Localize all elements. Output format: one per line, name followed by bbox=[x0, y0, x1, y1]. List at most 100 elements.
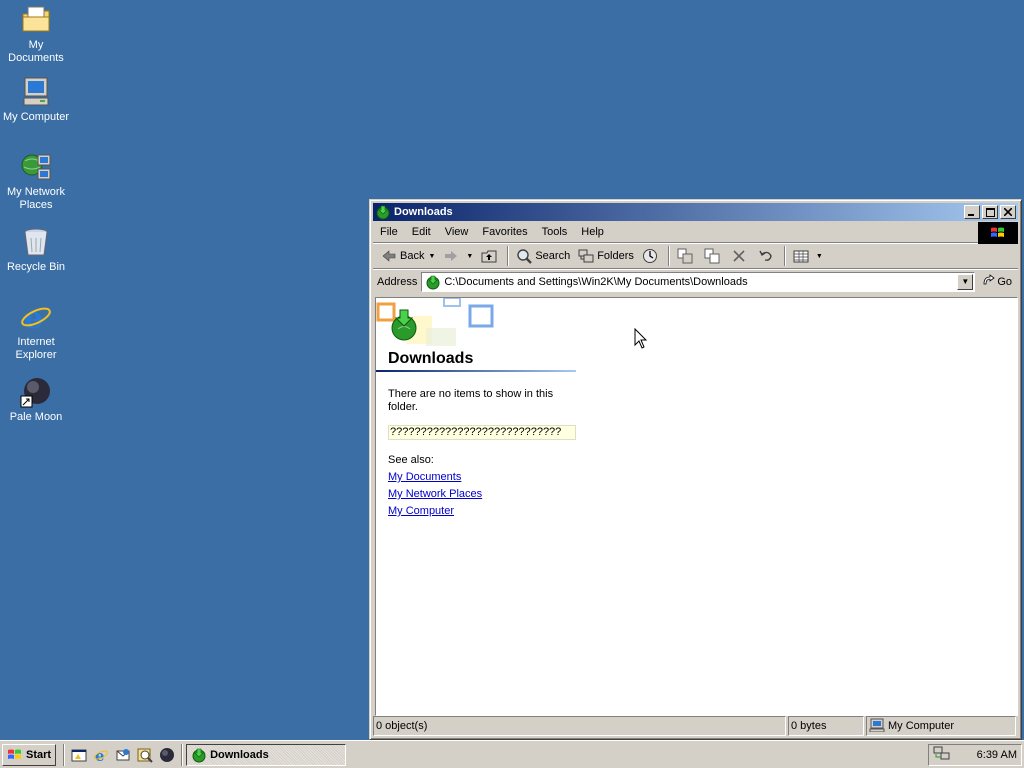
show-desktop-icon[interactable] bbox=[69, 745, 89, 765]
recycle-bin-icon bbox=[20, 226, 52, 258]
copy-to-icon bbox=[704, 248, 720, 264]
desktop-icon-my-network-places[interactable]: My Network Places bbox=[0, 151, 72, 212]
address-field[interactable]: C:\Documents and Settings\Win2K\My Docum… bbox=[421, 271, 976, 292]
forward-arrow-icon bbox=[443, 248, 459, 264]
svg-text:e: e bbox=[24, 301, 43, 333]
folders-label: Folders bbox=[597, 250, 634, 262]
pale-moon-icon bbox=[20, 376, 52, 408]
copy-to-button[interactable] bbox=[700, 245, 727, 267]
desktop-icon-label: Pale Moon bbox=[9, 411, 63, 423]
status-size: 0 bytes bbox=[788, 716, 864, 736]
internet-explorer-icon: e bbox=[20, 301, 52, 336]
quicklaunch-separator bbox=[63, 743, 66, 766]
go-arrow-icon bbox=[981, 273, 995, 290]
search-icon bbox=[516, 248, 533, 264]
explorer-window: Downloads File Edit View Favorites Tools… bbox=[369, 199, 1022, 740]
downloads-folder-icon bbox=[191, 747, 207, 763]
system-tray: 6:39 AM bbox=[928, 743, 1022, 766]
computer-icon bbox=[20, 76, 52, 108]
taskbar-button-label: Downloads bbox=[210, 748, 269, 761]
toolbar-separator bbox=[507, 246, 510, 266]
status-object-count: 0 object(s) bbox=[373, 716, 786, 736]
undo-icon bbox=[758, 248, 774, 264]
see-also-label: See also: bbox=[388, 454, 434, 466]
toolbar-separator bbox=[783, 246, 786, 266]
outlook-express-icon[interactable] bbox=[113, 745, 133, 765]
desktop-icon-internet-explorer[interactable]: e Internet Explorer bbox=[0, 301, 72, 362]
search-button[interactable]: Search bbox=[512, 245, 574, 267]
close-button[interactable] bbox=[1000, 205, 1016, 219]
folders-button[interactable]: Folders bbox=[574, 245, 638, 267]
move-to-icon bbox=[677, 248, 693, 264]
menu-edit[interactable]: Edit bbox=[405, 222, 438, 242]
windows-logo-icon bbox=[978, 222, 1018, 244]
minimize-button[interactable] bbox=[964, 205, 980, 219]
undo-button[interactable] bbox=[754, 245, 781, 267]
forward-button[interactable]: ▼ bbox=[439, 245, 477, 267]
taskbar-button-downloads[interactable]: Downloads bbox=[186, 743, 347, 766]
toolbar: Back ▼ ▼ Search Folders ▼ bbox=[373, 243, 1018, 269]
history-button[interactable] bbox=[638, 245, 665, 267]
folders-icon bbox=[578, 248, 594, 264]
delete-button[interactable] bbox=[727, 245, 754, 267]
window-title: Downloads bbox=[394, 206, 453, 218]
mouse-cursor-icon bbox=[634, 327, 648, 353]
internet-explorer-quicklaunch-icon[interactable]: e bbox=[91, 745, 111, 765]
menu-tools[interactable]: Tools bbox=[535, 222, 575, 242]
folder-banner-graphic bbox=[376, 298, 576, 348]
address-dropdown-button[interactable]: ▼ bbox=[957, 273, 974, 290]
desktop-icon-pale-moon[interactable]: Pale Moon bbox=[0, 376, 72, 424]
start-button[interactable]: Start bbox=[2, 743, 57, 766]
title-divider bbox=[376, 370, 576, 372]
network-tray-icon[interactable] bbox=[933, 745, 951, 764]
title-bar[interactable]: Downloads bbox=[373, 203, 1018, 221]
go-label: Go bbox=[997, 275, 1012, 288]
search-quicklaunch-icon[interactable] bbox=[135, 745, 155, 765]
search-label: Search bbox=[535, 250, 571, 262]
maximize-button[interactable] bbox=[982, 205, 998, 219]
address-bar: Address C:\Documents and Settings\Win2K\… bbox=[373, 269, 1018, 293]
views-icon bbox=[793, 248, 809, 264]
forward-dropdown-icon[interactable]: ▼ bbox=[466, 253, 473, 260]
move-to-button[interactable] bbox=[673, 245, 700, 267]
desktop-icon-label: My Computer bbox=[2, 111, 70, 123]
menu-help[interactable]: Help bbox=[574, 222, 611, 242]
desktop-icon-my-computer[interactable]: My Computer bbox=[0, 76, 72, 124]
back-dropdown-icon[interactable]: ▼ bbox=[428, 253, 435, 260]
go-button[interactable]: Go bbox=[975, 273, 1018, 290]
menu-view[interactable]: View bbox=[438, 222, 476, 242]
desktop-icon-my-documents[interactable]: My Documents bbox=[0, 4, 72, 65]
menu-favorites[interactable]: Favorites bbox=[475, 222, 534, 242]
desktop-icon-label: Internet Explorer bbox=[15, 336, 57, 361]
back-arrow-icon bbox=[381, 248, 397, 264]
taskbar: Start e Downloads 6:39 AM bbox=[0, 740, 1024, 768]
link-my-network-places[interactable]: My Network Places bbox=[388, 488, 482, 500]
views-dropdown-icon[interactable]: ▼ bbox=[816, 253, 823, 260]
empty-folder-message: There are no items to show in this folde… bbox=[388, 388, 554, 413]
back-button[interactable]: Back ▼ bbox=[377, 245, 439, 267]
info-text-box: ???????????????????????????? bbox=[388, 425, 576, 440]
desktop-icon-label: My Network Places bbox=[6, 186, 66, 211]
menu-file[interactable]: File bbox=[373, 222, 405, 242]
folder-view[interactable]: Downloads There are no items to show in … bbox=[375, 297, 1018, 716]
clock[interactable]: 6:39 AM bbox=[977, 749, 1017, 761]
downloads-folder-icon bbox=[425, 274, 441, 290]
folder-documents-icon bbox=[20, 4, 52, 36]
link-my-computer[interactable]: My Computer bbox=[388, 505, 454, 517]
views-button[interactable]: ▼ bbox=[789, 245, 827, 267]
menu-bar: File Edit View Favorites Tools Help bbox=[373, 221, 1018, 244]
desktop-icon-label: My Documents bbox=[8, 39, 64, 64]
up-folder-button[interactable] bbox=[477, 245, 504, 267]
address-value[interactable]: C:\Documents and Settings\Win2K\My Docum… bbox=[444, 276, 957, 288]
status-bar: 0 object(s) 0 bytes My Computer bbox=[373, 716, 1018, 736]
desktop-icon-recycle-bin[interactable]: Recycle Bin bbox=[0, 226, 72, 274]
svg-text:e: e bbox=[95, 747, 105, 763]
start-label: Start bbox=[26, 748, 52, 761]
network-places-icon bbox=[20, 151, 52, 183]
back-label: Back bbox=[400, 250, 425, 262]
link-my-documents[interactable]: My Documents bbox=[388, 471, 461, 483]
up-folder-icon bbox=[481, 248, 497, 264]
quicklaunch-separator bbox=[181, 743, 184, 766]
delete-icon bbox=[731, 248, 747, 264]
pale-moon-quicklaunch-icon[interactable] bbox=[157, 745, 177, 765]
